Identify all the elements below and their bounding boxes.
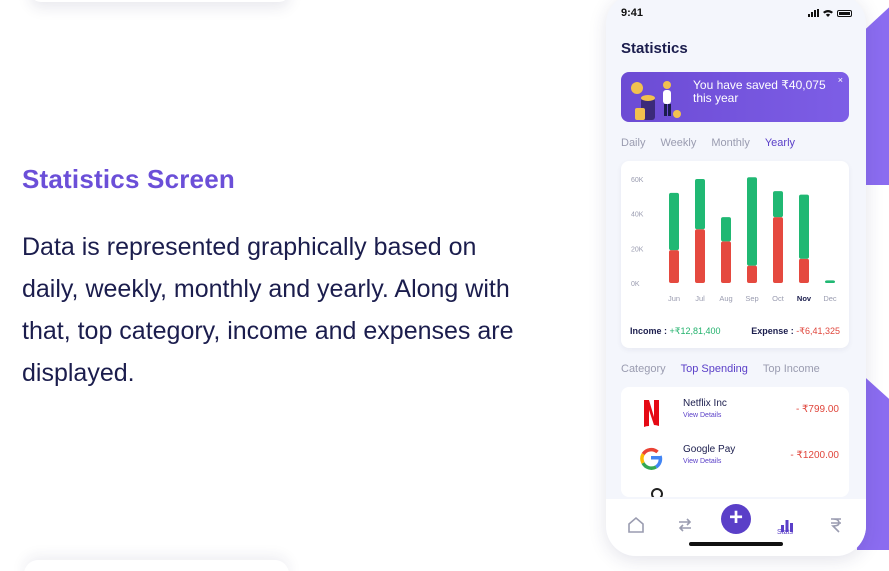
period-tabs: Daily Weekly Monthly Yearly	[621, 137, 795, 149]
wifi-icon	[823, 10, 833, 17]
list-item[interactable]: Google Pay View Details - ₹1200.00	[621, 433, 849, 479]
y-tick-label: 20K	[631, 246, 644, 253]
view-details-link[interactable]: View Details	[683, 412, 721, 419]
tab-weekly[interactable]: Weekly	[660, 137, 696, 149]
add-icon[interactable]: +	[721, 504, 751, 534]
phone-mockup: 9:41 Statistics You have saved ₹40,075 t…	[606, 0, 866, 556]
signal-icon	[808, 9, 819, 17]
bottom-card-edge	[24, 560, 289, 571]
tab-monthly[interactable]: Monthly	[711, 137, 750, 149]
y-tick-label: 0K	[631, 281, 640, 288]
bar-expense-jun[interactable]	[669, 250, 679, 283]
netflix-logo-icon	[644, 400, 659, 427]
bar-income-sep[interactable]	[747, 177, 757, 266]
bar-income-aug[interactable]	[721, 217, 731, 242]
tab-yearly[interactable]: Yearly	[765, 137, 795, 149]
bar-expense-jul[interactable]	[695, 229, 705, 283]
item-name: Google Pay	[683, 444, 736, 455]
home-icon[interactable]	[624, 513, 648, 537]
tab-category[interactable]: Category	[621, 363, 666, 375]
status-time: 9:41	[621, 7, 644, 19]
spending-list: Netflix Inc View Details - ₹799.00 Googl…	[621, 387, 849, 497]
bar-income-jul[interactable]	[695, 179, 705, 230]
item-amount: - ₹799.00	[795, 404, 839, 415]
x-tick-label[interactable]: Sep	[745, 294, 758, 303]
savings-banner: You have saved ₹40,075 this year ×	[621, 72, 849, 122]
screen-title: Statistics	[621, 40, 688, 57]
x-tick-label[interactable]: Aug	[719, 294, 732, 303]
item-name: Netflix Inc	[683, 398, 727, 409]
expense-summary: Expense : -₹6,41,325	[751, 326, 840, 337]
expense-value: -₹6,41,325	[796, 326, 840, 336]
x-tick-label[interactable]: Nov	[797, 294, 812, 303]
view-details-link[interactable]: View Details	[683, 458, 721, 465]
y-tick-label: 60K	[631, 177, 644, 184]
google-logo-icon	[640, 447, 663, 470]
top-card-edge	[30, 0, 290, 2]
x-tick-label[interactable]: Jul	[695, 294, 705, 303]
stats-label: Stats	[777, 529, 793, 536]
bar-income-dec[interactable]	[825, 280, 835, 283]
tab-daily[interactable]: Daily	[621, 137, 645, 149]
income-label: Income :	[630, 326, 668, 336]
income-expense-summary: Income : +₹12,81,400 Expense : -₹6,41,32…	[630, 326, 840, 337]
section-heading: Statistics Screen	[22, 164, 235, 194]
partial-list-item-icon	[651, 488, 663, 497]
tab-top-income[interactable]: Top Income	[763, 363, 820, 375]
coins-illustration	[631, 81, 681, 120]
x-tick-label[interactable]: Oct	[772, 294, 785, 303]
status-icons	[808, 9, 852, 17]
bar-expense-sep[interactable]	[747, 265, 757, 283]
stacked-bar-chart: 60K 40K 20K 0K Jun Jul Aug Sep Oct Nov Dec	[631, 177, 837, 303]
bar-income-oct[interactable]	[773, 191, 783, 218]
expense-label: Expense :	[751, 326, 794, 336]
item-amount: - ₹1200.00	[790, 450, 839, 461]
bar-expense-nov[interactable]	[799, 258, 809, 283]
bar-income-jun[interactable]	[669, 192, 679, 251]
x-tick-label[interactable]: Jun	[668, 294, 680, 303]
transfer-icon[interactable]	[673, 513, 697, 537]
income-summary: Income : +₹12,81,400	[630, 326, 721, 337]
banner-text: You have saved ₹40,075 this year	[693, 78, 826, 105]
category-tabs: Category Top Spending Top Income	[621, 363, 820, 375]
bar-expense-oct[interactable]	[773, 217, 783, 283]
battery-icon	[837, 9, 852, 17]
home-indicator	[689, 542, 783, 546]
bottom-nav: + Stats	[606, 499, 866, 556]
status-bar: 9:41	[606, 0, 866, 30]
income-value: +₹12,81,400	[669, 326, 721, 336]
list-item[interactable]: Netflix Inc View Details - ₹799.00	[621, 387, 849, 433]
y-tick-label: 40K	[631, 212, 644, 219]
close-icon[interactable]: ×	[838, 75, 843, 85]
bar-income-nov[interactable]	[799, 194, 809, 259]
rupee-icon[interactable]	[824, 513, 848, 537]
tab-top-spending[interactable]: Top Spending	[681, 363, 748, 375]
section-description: Data is represented graphically based on…	[22, 233, 514, 387]
chart-card: 60K 40K 20K 0K Jun Jul Aug Sep Oct Nov Dec Income …	[621, 161, 849, 348]
x-tick-label[interactable]: Dec	[823, 294, 837, 303]
bar-expense-aug[interactable]	[721, 241, 731, 283]
